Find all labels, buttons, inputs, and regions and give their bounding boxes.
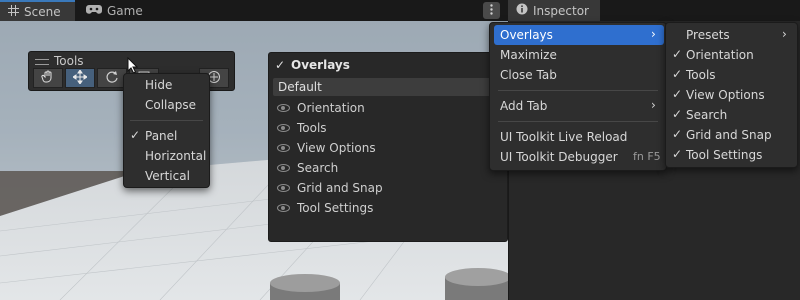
chevron-right-icon: › bbox=[651, 98, 656, 112]
menu-item-close-tab[interactable]: Close Tab bbox=[490, 65, 666, 85]
overlay-preset-dropdown[interactable]: Default bbox=[273, 78, 505, 96]
eye-icon[interactable] bbox=[277, 184, 290, 192]
menu-separator bbox=[498, 121, 658, 122]
menu-item-collapse[interactable]: Collapse bbox=[124, 95, 209, 115]
overlays-panel-header[interactable]: ✓ Overlays bbox=[269, 55, 508, 75]
menu-item-panel[interactable]: ✓ Panel bbox=[124, 126, 209, 146]
menu-item-overlay-tools[interactable]: ✓ Tools bbox=[666, 65, 797, 85]
editor-tab-strip: Scene Game Inspector bbox=[0, 0, 800, 21]
menu-separator bbox=[130, 120, 203, 121]
overlay-list-item[interactable]: Grid and Snap bbox=[269, 178, 508, 198]
menu-separator bbox=[498, 90, 658, 91]
menu-item-vertical[interactable]: Vertical bbox=[124, 166, 209, 186]
chevron-right-icon: › bbox=[782, 27, 787, 41]
move-tool-button[interactable] bbox=[65, 68, 95, 88]
chevron-right-icon: › bbox=[651, 27, 656, 41]
checkmark-icon: ✓ bbox=[672, 107, 683, 121]
tab-context-menu: Overlays › Maximize Close Tab Add Tab › … bbox=[489, 22, 667, 171]
grid-icon bbox=[8, 4, 19, 19]
overlays-submenu: Presets › ✓ Orientation ✓ Tools ✓ View O… bbox=[665, 22, 798, 168]
tab-game[interactable]: Game bbox=[78, 0, 168, 21]
menu-item-horizontal[interactable]: Horizontal bbox=[124, 146, 209, 166]
overlays-panel: ✓ Overlays Default Orientation Tools Vie… bbox=[268, 52, 508, 242]
checkmark-icon: ✓ bbox=[672, 87, 683, 101]
overlay-list-item[interactable]: Search bbox=[269, 158, 508, 178]
menu-item-overlay-grid-and-snap[interactable]: ✓ Grid and Snap bbox=[666, 125, 797, 145]
hand-tool-button[interactable] bbox=[33, 68, 63, 88]
rotate-icon bbox=[105, 70, 119, 87]
overlay-list-item[interactable]: Tools bbox=[269, 118, 508, 138]
menu-item-maximize[interactable]: Maximize bbox=[490, 45, 666, 65]
menu-item-presets[interactable]: Presets › bbox=[666, 25, 797, 45]
overlay-list-item[interactable]: Tool Settings bbox=[269, 198, 508, 218]
menu-item-ui-toolkit-live-reload[interactable]: UI Toolkit Live Reload bbox=[490, 127, 666, 147]
checkbox-checked-icon[interactable]: ✓ bbox=[275, 58, 285, 72]
tab-scene-label: Scene bbox=[24, 4, 61, 19]
tab-scene[interactable]: Scene bbox=[0, 0, 75, 21]
eye-icon[interactable] bbox=[277, 164, 290, 172]
hand-icon bbox=[41, 70, 55, 87]
eye-icon[interactable] bbox=[277, 204, 290, 212]
checkmark-icon: ✓ bbox=[130, 128, 141, 142]
shortcut-label: fn F5 bbox=[633, 150, 661, 163]
menu-item-overlay-orientation[interactable]: ✓ Orientation bbox=[666, 45, 797, 65]
kebab-menu-icon bbox=[490, 3, 493, 18]
overlays-panel-title: Overlays bbox=[291, 58, 350, 72]
info-icon bbox=[516, 3, 528, 18]
eye-icon[interactable] bbox=[277, 104, 290, 112]
drag-handle-icon[interactable] bbox=[35, 58, 49, 65]
menu-item-overlay-view-options[interactable]: ✓ View Options bbox=[666, 85, 797, 105]
scene-viewport[interactable]: Tools Hide Collapse ✓ Panel Horizontal V… bbox=[0, 21, 508, 300]
tab-inspector-label: Inspector bbox=[533, 3, 589, 18]
eye-icon[interactable] bbox=[277, 124, 290, 132]
tab-game-label: Game bbox=[107, 3, 143, 18]
tab-inspector[interactable]: Inspector bbox=[508, 0, 600, 21]
menu-item-overlay-tool-settings[interactable]: ✓ Tool Settings bbox=[666, 145, 797, 165]
checkmark-icon: ✓ bbox=[672, 67, 683, 81]
overlay-list-item[interactable]: Orientation bbox=[269, 98, 508, 118]
menu-item-hide[interactable]: Hide bbox=[124, 75, 209, 95]
move-icon bbox=[72, 68, 88, 87]
tools-overlay-title: Tools bbox=[54, 54, 84, 68]
menu-item-add-tab[interactable]: Add Tab › bbox=[490, 96, 666, 116]
tools-context-menu: Hide Collapse ✓ Panel Horizontal Vertica… bbox=[123, 73, 210, 188]
menu-item-overlays[interactable]: Overlays › bbox=[494, 25, 664, 45]
checkmark-icon: ✓ bbox=[672, 47, 683, 61]
tools-overlay-header[interactable]: Tools bbox=[35, 54, 84, 68]
menu-item-overlay-search[interactable]: ✓ Search bbox=[666, 105, 797, 125]
checkmark-icon: ✓ bbox=[672, 147, 683, 161]
checkmark-icon: ✓ bbox=[672, 127, 683, 141]
overlay-list-item[interactable]: View Options bbox=[269, 138, 508, 158]
eye-icon[interactable] bbox=[277, 144, 290, 152]
tab-more-button[interactable] bbox=[483, 2, 500, 19]
gamepad-icon bbox=[86, 4, 102, 18]
menu-item-ui-toolkit-debugger[interactable]: UI Toolkit Debugger fn F5 bbox=[490, 147, 666, 167]
